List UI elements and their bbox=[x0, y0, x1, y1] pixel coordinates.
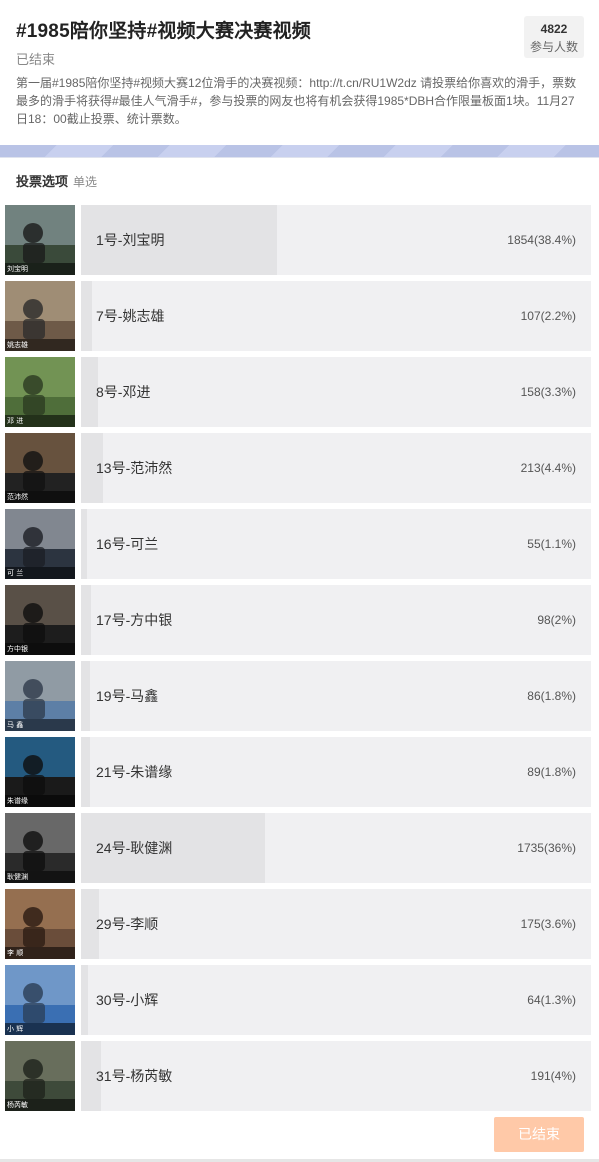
option-label: 31号-杨芮敏 bbox=[96, 1068, 173, 1084]
option-bar[interactable]: 31号-杨芮敏 191(4%) bbox=[81, 1041, 591, 1111]
thumbnail-caption: 李 顺 bbox=[7, 948, 23, 957]
option-result-fill bbox=[81, 281, 93, 351]
thumbnail-caption: 朱谱缘 bbox=[7, 796, 28, 805]
option-row[interactable]: 可 兰 16号-可兰 55(1.1%) bbox=[5, 509, 591, 579]
thumbnail-caption: 可 兰 bbox=[7, 568, 23, 577]
option-bar[interactable]: 8号-邓进 158(3.3%) bbox=[81, 357, 591, 427]
option-thumbnail: 方中银 bbox=[5, 585, 75, 655]
option-result: 175(3.6%) bbox=[520, 917, 576, 931]
option-bar[interactable]: 29号-李顺 175(3.6%) bbox=[81, 889, 591, 959]
option-label: 29号-李顺 bbox=[96, 916, 159, 932]
option-label: 19号-马鑫 bbox=[96, 688, 159, 704]
ended-button[interactable]: 已结束 bbox=[494, 1117, 584, 1152]
option-label: 16号-可兰 bbox=[96, 536, 159, 552]
option-bar[interactable]: 1号-刘宝明 1854(38.4%) bbox=[81, 205, 591, 275]
option-thumbnail: 朱谱缘 bbox=[5, 737, 75, 807]
option-bar[interactable]: 17号-方中银 98(2%) bbox=[81, 585, 591, 655]
option-label: 30号-小辉 bbox=[96, 992, 159, 1008]
thumbnail-caption: 姚志雄 bbox=[7, 340, 28, 349]
option-thumbnail: 可 兰 bbox=[5, 509, 75, 579]
option-thumbnail: 姚志雄 bbox=[5, 281, 75, 351]
option-result-fill bbox=[81, 661, 91, 731]
option-bar[interactable]: 13号-范沛然 213(4.4%) bbox=[81, 433, 591, 503]
poll-header: #1985陪你坚持#视频大赛决赛视频 已结束 4822 参与人数 第一届#198… bbox=[0, 0, 599, 145]
option-label: 8号-邓进 bbox=[96, 384, 151, 400]
option-thumbnail: 杨芮敏 bbox=[5, 1041, 75, 1111]
option-result: 191(4%) bbox=[530, 1069, 576, 1083]
thumbnail-caption: 杨芮敏 bbox=[7, 1100, 28, 1109]
option-row[interactable]: 刘宝明 1号-刘宝明 1854(38.4%) bbox=[5, 205, 591, 275]
option-result-fill bbox=[81, 509, 87, 579]
option-label: 17号-方中银 bbox=[96, 612, 173, 628]
option-thumbnail: 小 辉 bbox=[5, 965, 75, 1035]
option-result-fill bbox=[81, 965, 88, 1035]
thumbnail-caption: 马 鑫 bbox=[7, 720, 23, 729]
thumbnail-caption: 范沛然 bbox=[7, 492, 28, 501]
option-bar[interactable]: 21号-朱谱缘 89(1.8%) bbox=[81, 737, 591, 807]
option-thumbnail: 马 鑫 bbox=[5, 661, 75, 731]
option-result-fill bbox=[81, 737, 91, 807]
option-row[interactable]: 朱谱缘 21号-朱谱缘 89(1.8%) bbox=[5, 737, 591, 807]
option-label: 21号-朱谱缘 bbox=[96, 764, 173, 780]
poll-title: #1985陪你坚持#视频大赛决赛视频 bbox=[16, 21, 312, 42]
poll-status: 已结束 bbox=[16, 52, 56, 67]
option-result: 64(1.3%) bbox=[527, 993, 576, 1007]
option-result: 55(1.1%) bbox=[527, 537, 576, 551]
option-row[interactable]: 杨芮敏 31号-杨芮敏 191(4%) bbox=[5, 1041, 591, 1111]
decorative-band bbox=[0, 145, 599, 161]
option-row[interactable]: 耿健渊 24号-耿健渊 1735(36%) bbox=[5, 813, 591, 883]
option-bar[interactable]: 16号-可兰 55(1.1%) bbox=[81, 509, 591, 579]
option-result: 98(2%) bbox=[537, 613, 576, 627]
participants-count-box: 4822 参与人数 bbox=[524, 16, 584, 58]
option-row[interactable]: 马 鑫 19号-马鑫 86(1.8%) bbox=[5, 661, 591, 731]
option-row[interactable]: 邓 进 8号-邓进 158(3.3%) bbox=[5, 357, 591, 427]
option-row[interactable]: 李 顺 29号-李顺 175(3.6%) bbox=[5, 889, 591, 959]
option-result: 107(2.2%) bbox=[520, 309, 576, 323]
option-result-fill bbox=[81, 585, 92, 655]
option-bar[interactable]: 7号-姚志雄 107(2.2%) bbox=[81, 281, 591, 351]
option-bar[interactable]: 30号-小辉 64(1.3%) bbox=[81, 965, 591, 1035]
option-label: 24号-耿健渊 bbox=[96, 840, 173, 856]
options-heading: 投票选项 单选 bbox=[16, 171, 97, 190]
participants-count: 4822 bbox=[540, 22, 568, 36]
participants-label: 参与人数 bbox=[529, 40, 578, 54]
thumbnail-caption: 刘宝明 bbox=[7, 264, 28, 273]
option-label: 7号-姚志雄 bbox=[96, 308, 165, 324]
option-bar[interactable]: 19号-马鑫 86(1.8%) bbox=[81, 661, 591, 731]
thumbnail-caption: 方中银 bbox=[7, 644, 28, 653]
option-thumbnail: 刘宝明 bbox=[5, 205, 75, 275]
options-title: 投票选项 bbox=[16, 174, 69, 189]
thumbnail-caption: 小 辉 bbox=[7, 1024, 23, 1033]
option-thumbnail: 耿健渊 bbox=[5, 813, 75, 883]
thumbnail-caption: 耿健渊 bbox=[7, 872, 28, 881]
option-result: 86(1.8%) bbox=[527, 689, 576, 703]
option-label: 1号-刘宝明 bbox=[96, 232, 165, 248]
option-bar[interactable]: 24号-耿健渊 1735(36%) bbox=[81, 813, 591, 883]
option-result: 89(1.8%) bbox=[527, 765, 576, 779]
option-row[interactable]: 小 辉 30号-小辉 64(1.3%) bbox=[5, 965, 591, 1035]
option-result: 1735(36%) bbox=[517, 841, 576, 855]
poll-description: 第一届#1985陪你坚持#视频大赛12位滑手的决赛视频：http://t.cn/… bbox=[16, 76, 577, 126]
option-result: 213(4.4%) bbox=[520, 461, 576, 475]
options-type: 单选 bbox=[73, 175, 98, 189]
option-row[interactable]: 范沛然 13号-范沛然 213(4.4%) bbox=[5, 433, 591, 503]
option-result: 158(3.3%) bbox=[520, 385, 576, 399]
option-result: 1854(38.4%) bbox=[507, 233, 576, 247]
option-row[interactable]: 方中银 17号-方中银 98(2%) bbox=[5, 585, 591, 655]
thumbnail-caption: 邓 进 bbox=[7, 417, 23, 425]
option-thumbnail: 邓 进 bbox=[5, 357, 75, 427]
option-row[interactable]: 姚志雄 7号-姚志雄 107(2.2%) bbox=[5, 281, 591, 351]
option-thumbnail: 李 顺 bbox=[5, 889, 75, 959]
option-thumbnail: 范沛然 bbox=[5, 433, 75, 503]
option-label: 13号-范沛然 bbox=[96, 460, 173, 476]
